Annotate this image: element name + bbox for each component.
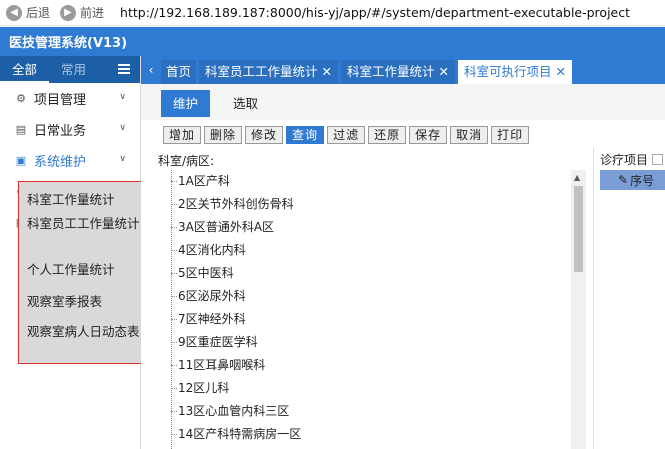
tree-title: 科室/病区: [158,154,215,168]
tree-item[interactable]: 13区心血管内科三区 [158,400,301,423]
delete-button[interactable]: 删除 [204,126,243,144]
tree-item[interactable]: 12区儿科 [158,377,301,400]
statistics-submenu: 科室工作量统计 科室员工工作量统计 个人工作量统计 观察室季报表 观察室病人日动… [18,181,157,364]
main-content: 维护 选取 增加 删除 修改 查询 过滤 还原 保存 取消 打印 科室/病区: … [141,84,665,449]
edit-button[interactable]: 修改 [245,126,284,144]
sidebar-tabs: 全部 常用 [0,56,140,83]
project-table-body [600,190,665,449]
tree-item[interactable]: 14区产科特需病房一区 [158,423,301,446]
back-arrow-icon: ◀ [6,4,22,21]
submenu-item-observation-quarterly[interactable]: 观察室季报表 [19,288,156,320]
subtabs: 维护 选取 [141,84,665,120]
forward-arrow-icon: ▶ [60,4,77,21]
print-button[interactable]: 打印 [491,126,530,144]
action-toolbar: 增加 删除 修改 查询 过滤 还原 保存 取消 打印 [141,122,665,148]
chevron-down-icon: ∨ [119,123,126,133]
sidebar-item-system-maintenance[interactable]: ▣ 系统维护 ∨ [0,145,140,176]
sidebar-item-daily-business[interactable]: ▤ 日常业务 ∨ [0,114,140,145]
tree-item[interactable]: 4区消化内科 [158,239,301,262]
close-icon[interactable]: ✕ [322,64,332,79]
submenu-item-dept-staff-workload[interactable]: 科室员工工作量统计 [19,212,156,256]
cancel-button[interactable]: 取消 [450,126,489,144]
filter-button[interactable]: 过滤 [327,126,366,144]
chevron-down-icon: ∨ [119,154,126,164]
add-button[interactable]: 增加 [163,126,202,144]
tab-dept-workload[interactable]: 科室工作量统计 ✕ [341,60,456,84]
department-tree: 科室/病区: 1A区产科 2区关节外科创伤骨科 3A区普通外科A区 4区消化内科… [158,152,586,449]
project-panel-label: 诊疗项目 [600,152,665,167]
close-icon[interactable]: ✕ [556,64,566,79]
tree-item[interactable]: 1A区产科 [158,170,301,193]
tree-item[interactable]: 5区中医科 [158,262,301,285]
browser-toolbar: ◀ 后退 ▶ 前进 http://192.168.189.187:8000/hi… [0,0,665,26]
tab-home[interactable]: 首页 [161,60,197,84]
address-bar[interactable]: http://192.168.189.187:8000/his-yj/app/#… [120,5,630,20]
submenu-item-observation-daily[interactable]: 观察室病人日动态表 [19,320,156,362]
clipboard-icon: ▤ [15,123,27,136]
sidebar-item-project-management[interactable]: ⚙ 项目管理 ∨ [0,83,140,114]
chevron-left-icon[interactable]: ‹ [141,56,161,84]
sidebar-tab-common[interactable]: 常用 [49,56,98,83]
tree-item[interactable]: 2区关节外科创伤骨科 [158,193,301,216]
chevron-down-icon: ∨ [119,92,126,102]
submenu-item-personal-workload[interactable]: 个人工作量统计 [19,256,156,288]
tree-scrollbar[interactable]: ▲ [571,170,586,449]
tree-item[interactable]: 9区重症医学科 [158,331,301,354]
scroll-thumb[interactable] [574,186,583,272]
column-header-seq[interactable]: ✎ 序号 [600,170,665,190]
menu-toggle-icon[interactable] [118,64,130,75]
tree-item[interactable]: 7区神经外科 [158,308,301,331]
tree-item[interactable]: 11区耳鼻咽喉科 [158,354,301,377]
restore-button[interactable]: 还原 [368,126,407,144]
save-button[interactable]: 保存 [409,126,448,144]
app-header: 医技管理系统(V13) [0,27,665,56]
sidebar-tab-all[interactable]: 全部 [0,56,50,83]
subtab-select[interactable]: 选取 [221,90,270,117]
app-title: 医技管理系统(V13) [9,36,128,51]
tree-item[interactable]: 3A区普通外科A区 [158,216,301,239]
forward-button[interactable]: ▶ 前进 [60,4,104,21]
tab-strip: ‹ 首页 科室员工工作量统计 ✕ 科室工作量统计 ✕ 科室可执行项目 ✕ [141,56,665,84]
project-panel: 诊疗项目 ✎ 序号 [593,148,665,449]
tree-item[interactable]: 6区泌尿外科 [158,285,301,308]
tab-dept-staff-workload[interactable]: 科室员工工作量统计 ✕ [199,60,339,84]
submenu-item-dept-workload[interactable]: 科室工作量统计 [19,182,156,212]
back-button[interactable]: ◀ 后退 [6,4,50,21]
monitor-icon: ▣ [15,154,27,167]
tab-dept-executable-project[interactable]: 科室可执行项目 ✕ [458,60,573,84]
scroll-up-icon[interactable]: ▲ [574,173,580,182]
edit-icon: ✎ [618,173,629,187]
subtab-maintain[interactable]: 维护 [161,90,211,117]
query-button[interactable]: 查询 [286,126,325,144]
wrench-icon: ⚙ [16,92,26,105]
close-icon[interactable]: ✕ [439,64,449,79]
select-all-checkbox[interactable] [652,153,664,165]
